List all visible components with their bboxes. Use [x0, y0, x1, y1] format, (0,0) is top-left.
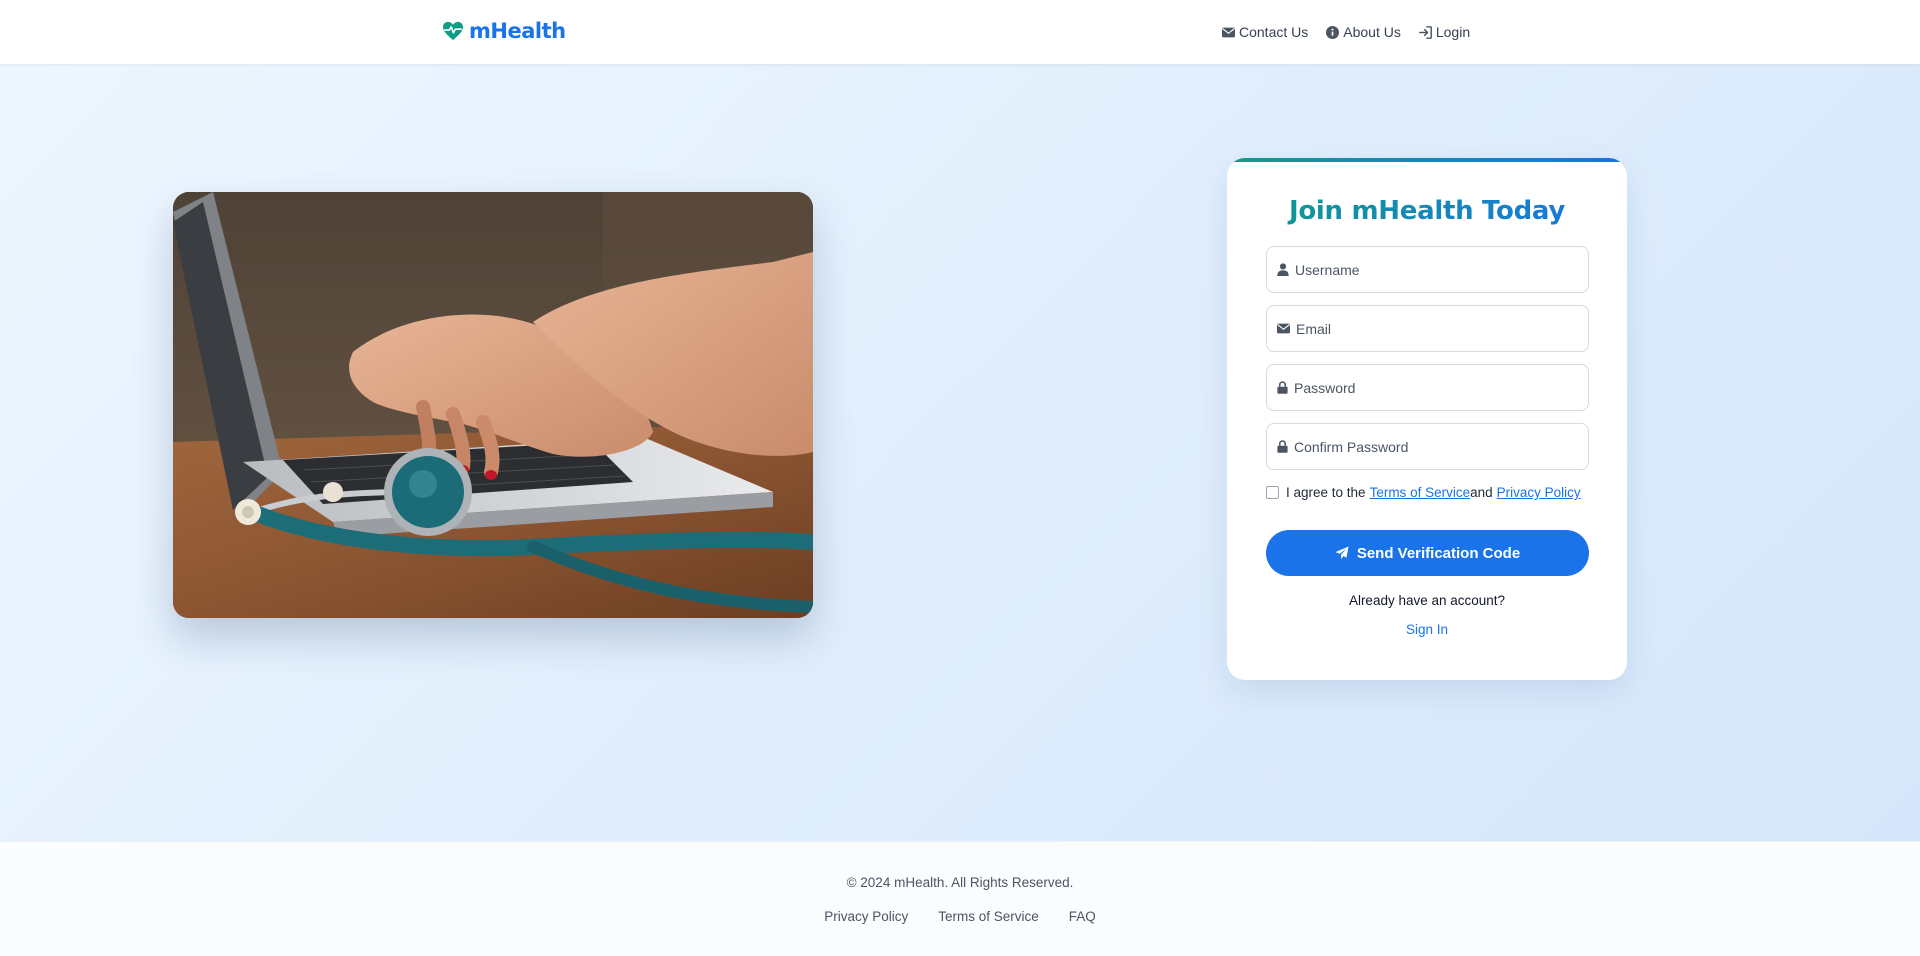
agree-and: and	[1470, 485, 1493, 500]
confirm-password-field[interactable]	[1266, 423, 1589, 470]
heart-pulse-icon	[442, 21, 464, 41]
info-circle-icon	[1326, 25, 1340, 39]
card-accent-bar	[1227, 158, 1627, 162]
nav-about-us[interactable]: About Us	[1326, 24, 1401, 40]
footer: © 2024 mHealth. All Rights Reserved. Pri…	[0, 841, 1920, 956]
email-input[interactable]	[1296, 320, 1588, 337]
footer-faq-link[interactable]: FAQ	[1069, 909, 1096, 924]
brand-name: mHealth	[469, 19, 566, 43]
hero-image	[173, 192, 813, 618]
signup-title: Join mHealth Today	[1227, 196, 1627, 226]
envelope-icon	[1222, 27, 1235, 37]
privacy-policy-link[interactable]: Privacy Policy	[1497, 485, 1581, 500]
lock-icon	[1277, 381, 1288, 394]
password-field[interactable]	[1266, 364, 1589, 411]
username-input[interactable]	[1295, 261, 1588, 278]
nav-label: Login	[1435, 24, 1471, 40]
nav-label: About Us	[1343, 24, 1401, 40]
sign-in-link[interactable]: Sign In	[1227, 622, 1627, 637]
confirm-password-input[interactable]	[1294, 438, 1588, 455]
terms-agreement: I agree to the Terms of Service and Priv…	[1266, 485, 1585, 500]
user-icon	[1277, 263, 1289, 276]
password-input[interactable]	[1294, 379, 1588, 396]
already-account-text: Already have an account?	[1348, 593, 1506, 608]
send-button-label: Send Verification Code	[1356, 544, 1521, 562]
footer-privacy-policy-link[interactable]: Privacy Policy	[824, 909, 908, 924]
paper-plane-icon	[1335, 546, 1349, 560]
brand-logo[interactable]: mHealth	[442, 19, 566, 43]
sign-in-icon	[1418, 25, 1432, 39]
nav-label: Contact Us	[1239, 24, 1309, 40]
nav-contact-us[interactable]: Contact Us	[1222, 24, 1308, 40]
top-navbar: mHealth Contact Us About Us Login	[0, 0, 1920, 64]
agree-checkbox[interactable]	[1266, 486, 1279, 499]
agree-prefix: I agree to the	[1286, 485, 1366, 500]
terms-of-service-link[interactable]: Terms of Service	[1370, 485, 1471, 500]
footer-terms-of-service-link[interactable]: Terms of Service	[938, 909, 1039, 924]
signup-card: Join mHealth Today Username Email I agre…	[1227, 158, 1627, 680]
send-verification-code-button[interactable]: Send Verification Code	[1266, 530, 1589, 576]
copyright-text: © 2024 mHealth. All Rights Reserved.	[846, 875, 1074, 890]
main-content: Join mHealth Today Username Email I agre…	[0, 64, 1920, 841]
envelope-icon	[1277, 323, 1290, 334]
username-field[interactable]	[1266, 246, 1589, 293]
nav-login[interactable]: Login	[1418, 24, 1471, 40]
lock-icon	[1277, 440, 1288, 453]
email-field[interactable]	[1266, 305, 1589, 352]
footer-links: Privacy Policy Terms of Service FAQ	[0, 909, 1920, 924]
main-nav: Contact Us About Us Login	[1222, 24, 1470, 40]
